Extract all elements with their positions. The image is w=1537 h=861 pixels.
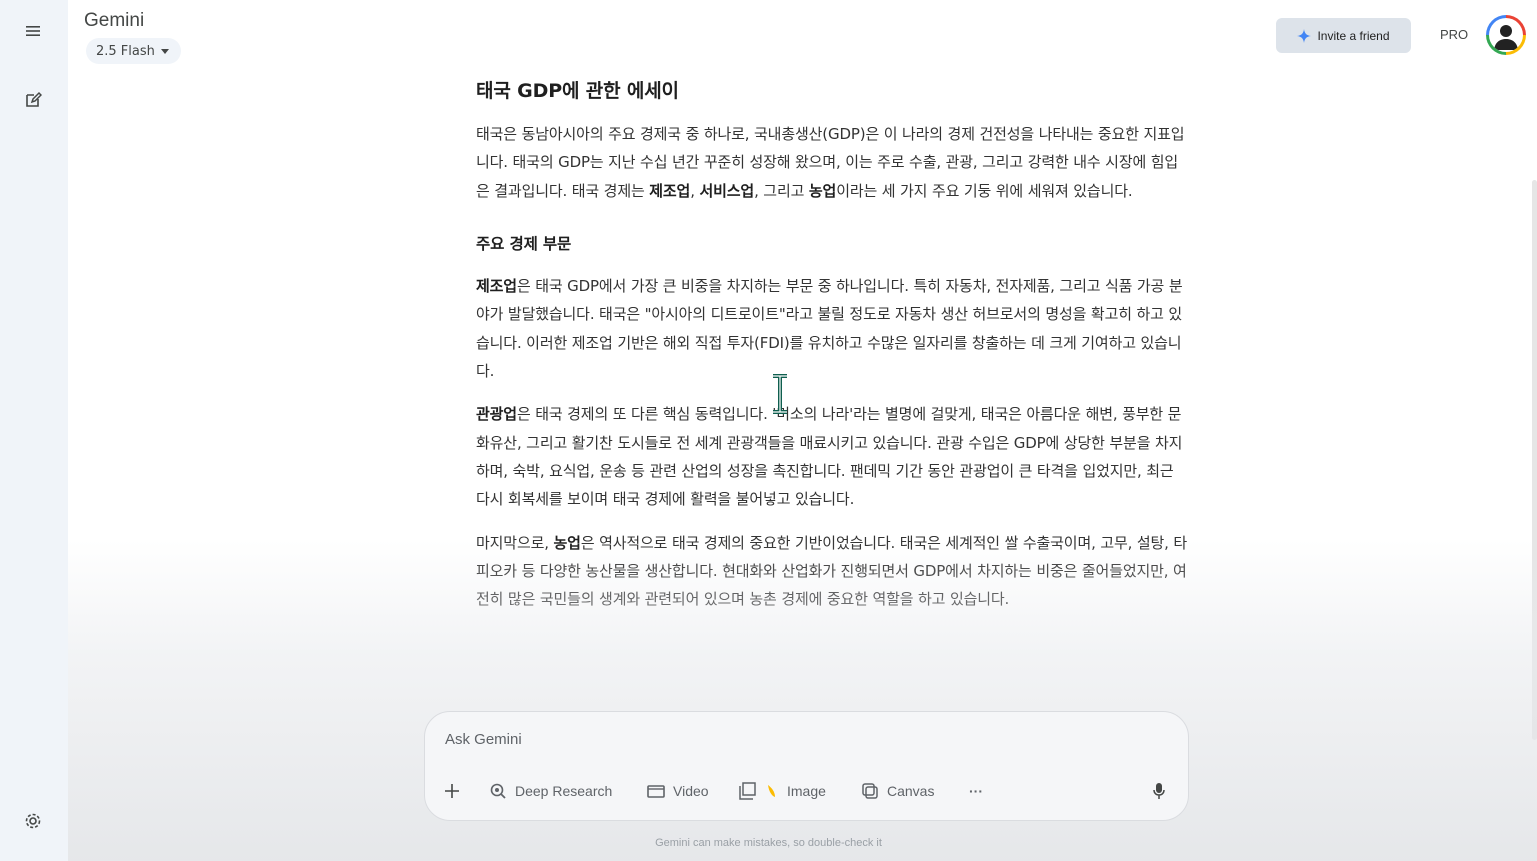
video-icon [647,785,665,798]
user-icon [1494,25,1518,50]
intro-paragraph: 태국은 동남아시아의 주요 경제국 중 하나로, 국내총생산(GDP)은 이 나… [476,120,1191,205]
bold-term: 농업 [808,181,837,200]
canvas-button[interactable]: Canvas [861,780,934,802]
video-button[interactable]: Video [647,780,709,802]
disclaimer-text: Gemini can make mistakes, so double-chec… [655,837,882,849]
canvas-icon [862,783,878,799]
essay-title: 태국 GDP에 관한 에세이 [476,80,679,102]
pro-badge: PRO [1440,27,1469,42]
deep-research-label: Deep Research [515,783,613,799]
scrollbar[interactable] [1532,180,1537,740]
prompt-composer[interactable]: Ask Gemini Deep Research Video Image Can… [424,711,1189,821]
deep-research-icon [490,783,506,799]
text-run: 이라는 세 가지 주요 기둥 위에 세워져 있습니다. [836,181,1133,200]
app-title: Gemini [84,10,145,31]
add-button[interactable] [445,780,459,802]
bold-term: 제조업 [649,181,691,200]
agriculture-paragraph: 마지막으로, 농업은 역사적으로 태국 경제의 중요한 기반이었습니다. 태국은… [476,529,1191,614]
bold-term: 관광업 [476,405,517,424]
bold-term: 제조업 [476,277,517,296]
prompt-input[interactable]: Ask Gemini [445,731,522,748]
response-content: 태국 GDP에 관한 에세이 태국은 동남아시아의 주요 경제국 중 하나로, … [476,76,1191,628]
image-button[interactable]: Image [739,780,826,802]
text-run: , 그리고 [754,181,809,200]
model-label: 2.5 Flash [96,43,155,59]
plus-icon [445,784,459,798]
more-icon: ··· [969,783,983,799]
deep-research-button[interactable]: Deep Research [489,780,612,802]
new-chat-icon[interactable] [18,85,48,115]
section-title: 주요 경제 부문 [476,234,572,253]
model-selector[interactable]: 2.5 Flash [86,38,181,64]
invite-label: Invite a friend [1317,28,1390,43]
caret-down-icon [160,48,169,54]
manufacturing-paragraph: 제조업은 태국 GDP에서 가장 큰 비중을 차지하는 부문 중 하나입니다. … [476,272,1191,385]
bold-term: 서비스업 [699,181,755,200]
invite-friend-button[interactable]: Invite a friend [1276,18,1411,53]
microphone-button[interactable] [1153,780,1165,802]
text-run: 마지막으로, [476,533,554,552]
video-label: Video [673,783,709,799]
text-run: 은 태국 GDP에서 가장 큰 비중을 차지하는 부문 중 하나입니다. 특히 … [476,277,1183,381]
gemini-app: Gemini 2.5 Flash Invite a friend PRO 태국 … [0,0,1537,861]
banana-icon [768,785,775,797]
microphone-icon [1153,783,1165,799]
image-gallery-icon [739,782,756,800]
tourism-paragraph: 관광업은 태국 경제의 또 다른 핵심 동력입니다. '미소의 나라'라는 별명… [476,400,1191,513]
side-rail [0,0,68,861]
sparkle-icon [1297,28,1312,43]
settings-icon[interactable] [18,806,48,836]
image-label: Image [787,783,826,799]
avatar[interactable] [1486,15,1526,55]
menu-icon[interactable] [18,16,48,46]
text-run: 은 역사적으로 태국 경제의 중요한 기반이었습니다. 태국은 세계적인 쌀 수… [476,533,1188,609]
canvas-label: Canvas [887,783,935,799]
text-run: 은 태국 경제의 또 다른 핵심 동력입니다. '미소의 나라'라는 별명에 걸… [476,405,1183,509]
bold-term: 농업 [553,533,581,552]
more-tools-button[interactable]: ··· [969,780,983,802]
